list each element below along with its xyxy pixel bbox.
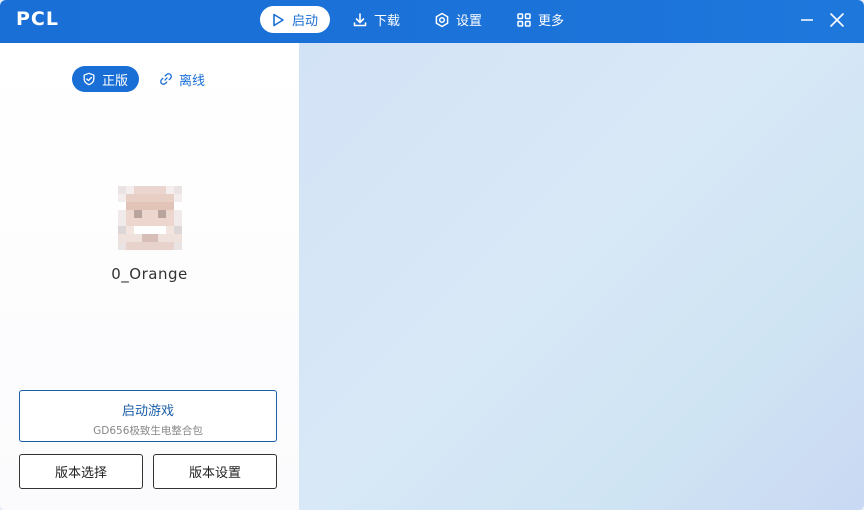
minimize-button[interactable] [797, 10, 817, 30]
tab-launch-label: 启动 [292, 14, 319, 29]
tab-download-label: 下载 [374, 14, 401, 29]
tab-settings[interactable]: 设置 [424, 6, 494, 33]
shield-check-icon [83, 72, 95, 86]
play-icon [270, 12, 286, 28]
mode-offline-label: 离线 [179, 73, 206, 89]
version-settings-button[interactable]: 版本设置 [153, 454, 277, 489]
minimize-icon [801, 19, 813, 21]
player-skin-icon [118, 186, 182, 250]
close-button[interactable] [827, 10, 847, 30]
close-icon [830, 13, 844, 27]
main-nav: 启动 下载 设置 更多 [260, 6, 588, 34]
mode-offline-button[interactable]: 离线 [149, 66, 216, 92]
tab-more-label: 更多 [538, 14, 565, 29]
app-title: PCL [16, 8, 59, 30]
title-bar[interactable]: PCL 启动 下载 设置 更多 [0, 0, 864, 43]
selected-version: GD656极致生电整合包 [93, 425, 203, 437]
launch-game-button[interactable]: 启动游戏 GD656极致生电整合包 [19, 390, 277, 442]
settings-icon [434, 12, 450, 28]
username: 0_Orange [111, 265, 188, 283]
mode-official-label: 正版 [102, 73, 129, 89]
download-icon [352, 12, 368, 28]
login-mode-toggle: 正版 离线 [72, 66, 216, 92]
tab-settings-label: 设置 [456, 14, 483, 29]
tab-download[interactable]: 下载 [342, 6, 412, 33]
version-select-button[interactable]: 版本选择 [19, 454, 143, 489]
avatar[interactable] [118, 186, 182, 250]
launch-game-label: 启动游戏 [121, 404, 174, 419]
account-panel: 正版 离线 0_Orange 启动游戏 GD656极致生电整合包 版本选择 版本… [0, 43, 299, 510]
link-icon [160, 73, 172, 85]
tab-launch[interactable]: 启动 [260, 6, 331, 33]
content-area [299, 43, 864, 510]
mode-official-button[interactable]: 正版 [72, 66, 140, 92]
tab-more[interactable]: 更多 [506, 6, 576, 33]
launcher-window: PCL 启动 下载 设置 更多 正版 离线 0_Orange 启动游戏 GD65… [0, 0, 864, 510]
grid-icon [516, 12, 532, 28]
